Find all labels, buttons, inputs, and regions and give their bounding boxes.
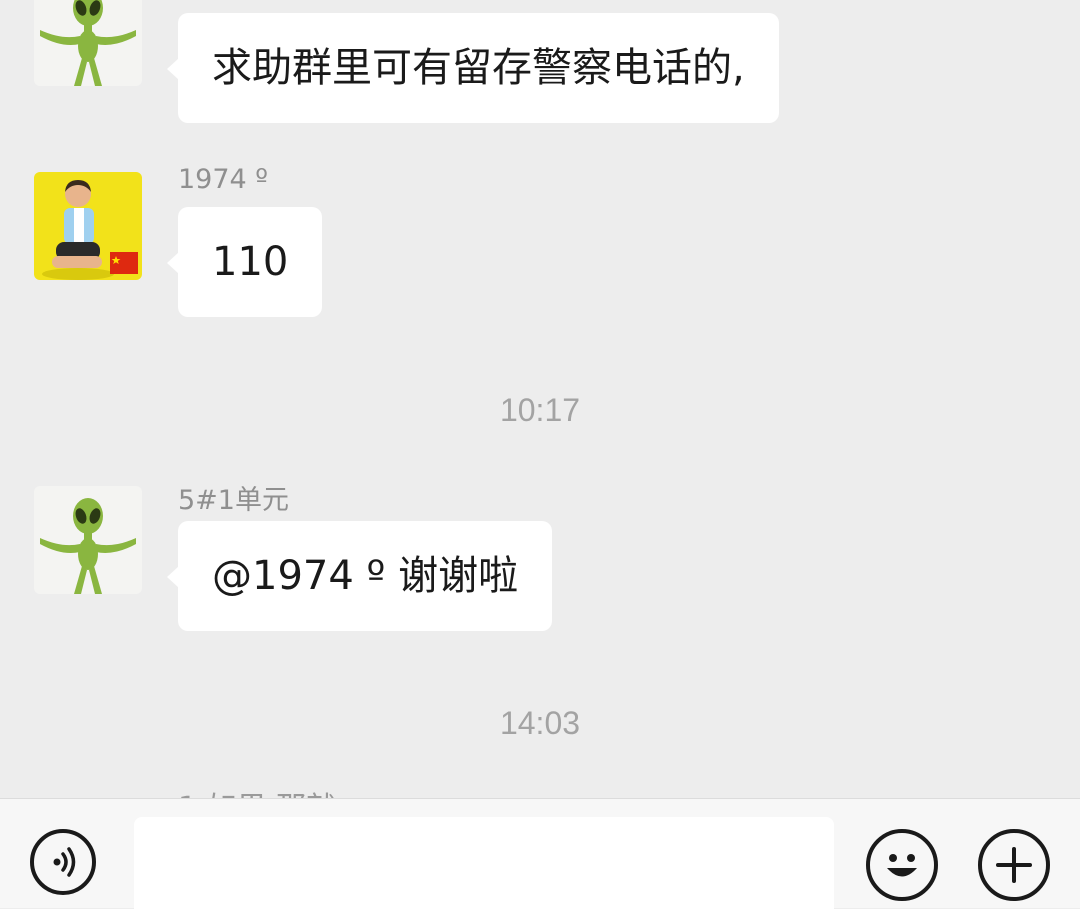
voice-input-icon (53, 847, 76, 877)
chat-message-list: 求助群里可有留存警察电话的, 1974 º 110 10:17 5#1单元 @1… (0, 0, 1080, 798)
voice-button[interactable] (30, 829, 96, 895)
message-bubble[interactable]: 110 (166, 207, 323, 317)
message-input[interactable] (134, 817, 834, 909)
avatar-alien[interactable] (34, 0, 142, 86)
emoji-button[interactable] (866, 829, 938, 901)
timestamp: 10:17 (499, 392, 581, 428)
plus-icon (996, 847, 1032, 883)
sender-name: 1974 º (178, 164, 269, 195)
partial-message-text: 1 如果 那就 (178, 783, 336, 798)
input-bar (0, 798, 1080, 909)
message-bubble[interactable]: 求助群里可有留存警察电话的, (167, 13, 779, 123)
more-button[interactable] (978, 829, 1050, 901)
avatar-alien[interactable] (34, 486, 142, 594)
message-bubble[interactable]: @1974 º 谢谢啦 (166, 521, 553, 631)
emoji-icon (887, 854, 917, 877)
sender-name: 5#1单元 (178, 485, 289, 516)
message-text: @1974 º 谢谢啦 (212, 553, 519, 599)
message-text: 求助群里可有留存警察电话的, (212, 45, 745, 91)
message-text: 110 (212, 239, 289, 285)
avatar-child[interactable] (34, 172, 142, 280)
timestamp: 14:03 (499, 705, 581, 741)
